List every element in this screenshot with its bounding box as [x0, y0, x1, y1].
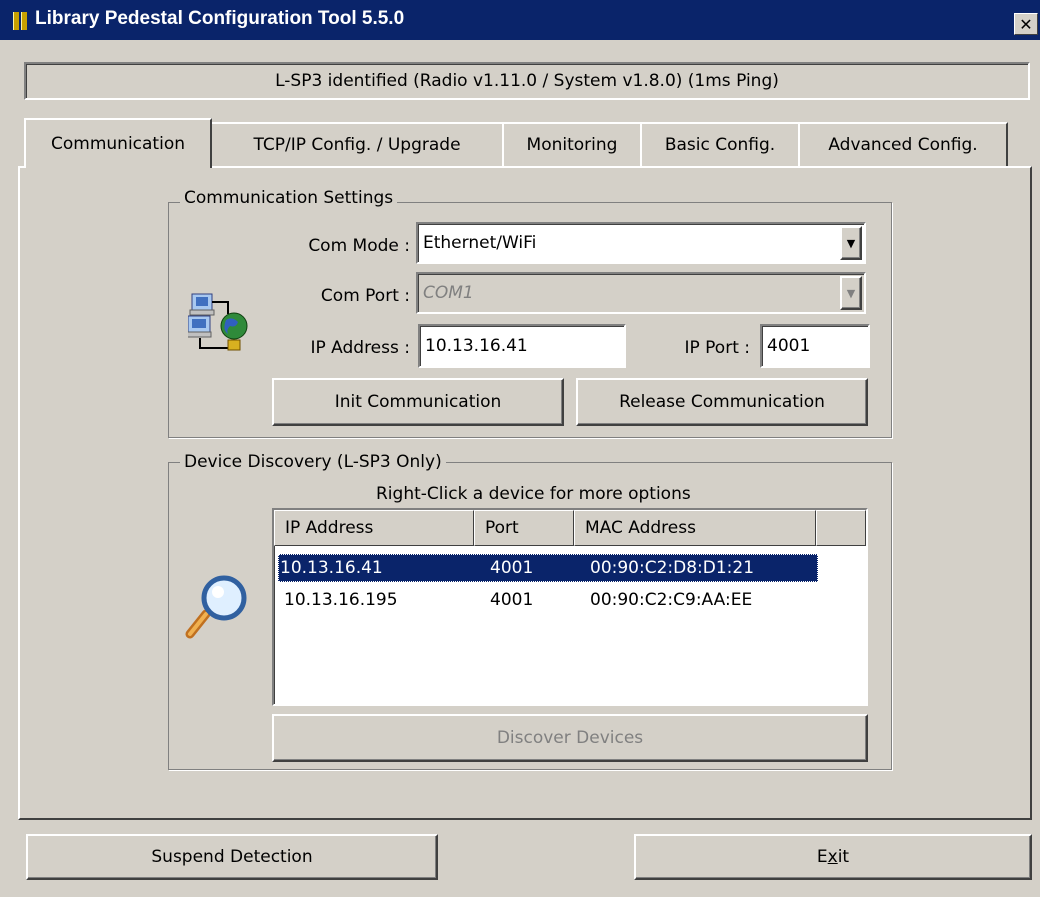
column-header-ip-address[interactable]: IP Address — [274, 510, 474, 546]
row-ip: 10.13.16.195 — [284, 590, 398, 610]
com-mode-value: Ethernet/WiFi — [423, 233, 537, 253]
chevron-down-icon: ▼ — [840, 276, 862, 310]
magnifier-icon — [184, 572, 254, 642]
ip-address-field[interactable]: 10.13.16.41 — [418, 324, 626, 368]
exit-label-end: it — [837, 847, 850, 867]
chevron-down-icon[interactable]: ▼ — [840, 226, 862, 260]
tab-monitoring[interactable]: Monitoring — [502, 122, 642, 166]
ip-address-label: IP Address : — [310, 338, 410, 358]
release-communication-button[interactable]: Release Communication — [576, 378, 868, 426]
discover-devices-button: Discover Devices — [272, 714, 868, 762]
device-discovery-hint: Right-Click a device for more options — [376, 484, 691, 504]
tab-basic-config[interactable]: Basic Config. — [640, 122, 800, 166]
device-discovery-legend: Device Discovery (L-SP3 Only) — [180, 452, 446, 472]
init-communication-button[interactable]: Init Communication — [272, 378, 564, 426]
row-mac: 00:90:C2:D8:D1:21 — [590, 558, 755, 578]
com-mode-label: Com Mode : — [308, 236, 410, 256]
column-header-filler — [816, 510, 866, 546]
row-port: 4001 — [490, 590, 534, 610]
close-button[interactable]: ✕ — [1014, 13, 1038, 35]
ip-port-field[interactable]: 4001 — [760, 324, 870, 368]
connection-status: L-SP3 identified (Radio v1.11.0 / System… — [24, 62, 1030, 100]
com-port-select: COM1 ▼ — [416, 272, 866, 314]
row-mac: 00:90:C2:C9:AA:EE — [590, 590, 753, 610]
device-list[interactable]: IP Address Port MAC Address 10.13.16.41 … — [272, 508, 868, 706]
ip-port-label: IP Port : — [684, 338, 750, 358]
exit-label-start: E — [816, 847, 828, 867]
window-title: Library Pedestal Configuration Tool 5.5.… — [35, 8, 405, 29]
row-ip: 10.13.16.41 — [280, 558, 383, 578]
tab-tcpip-config-upgrade[interactable]: TCP/IP Config. / Upgrade — [210, 122, 504, 166]
tab-advanced-config[interactable]: Advanced Config. — [798, 122, 1008, 166]
column-header-mac-address[interactable]: MAC Address — [574, 510, 816, 546]
suspend-detection-button[interactable]: Suspend Detection — [26, 834, 438, 880]
com-mode-select[interactable]: Ethernet/WiFi ▼ — [416, 222, 866, 264]
com-port-value: COM1 — [423, 283, 474, 303]
com-port-label: Com Port : — [320, 286, 410, 306]
exit-label-accelerator: x — [827, 847, 838, 867]
tab-communication[interactable]: Communication — [24, 118, 212, 168]
title-bar: Library Pedestal Configuration Tool 5.5.… — [0, 0, 1040, 40]
communication-settings-legend: Communication Settings — [180, 188, 398, 208]
row-port: 4001 — [490, 558, 534, 578]
app-icon — [13, 12, 27, 30]
exit-button[interactable]: Ex it — [634, 834, 1032, 880]
table-row[interactable]: 10.13.16.41 4001 00:90:C2:D8:D1:21 — [278, 554, 818, 582]
column-header-port[interactable]: Port — [474, 510, 574, 546]
table-row[interactable]: 10.13.16.195 4001 00:90:C2:C9:AA:EE — [278, 586, 818, 614]
